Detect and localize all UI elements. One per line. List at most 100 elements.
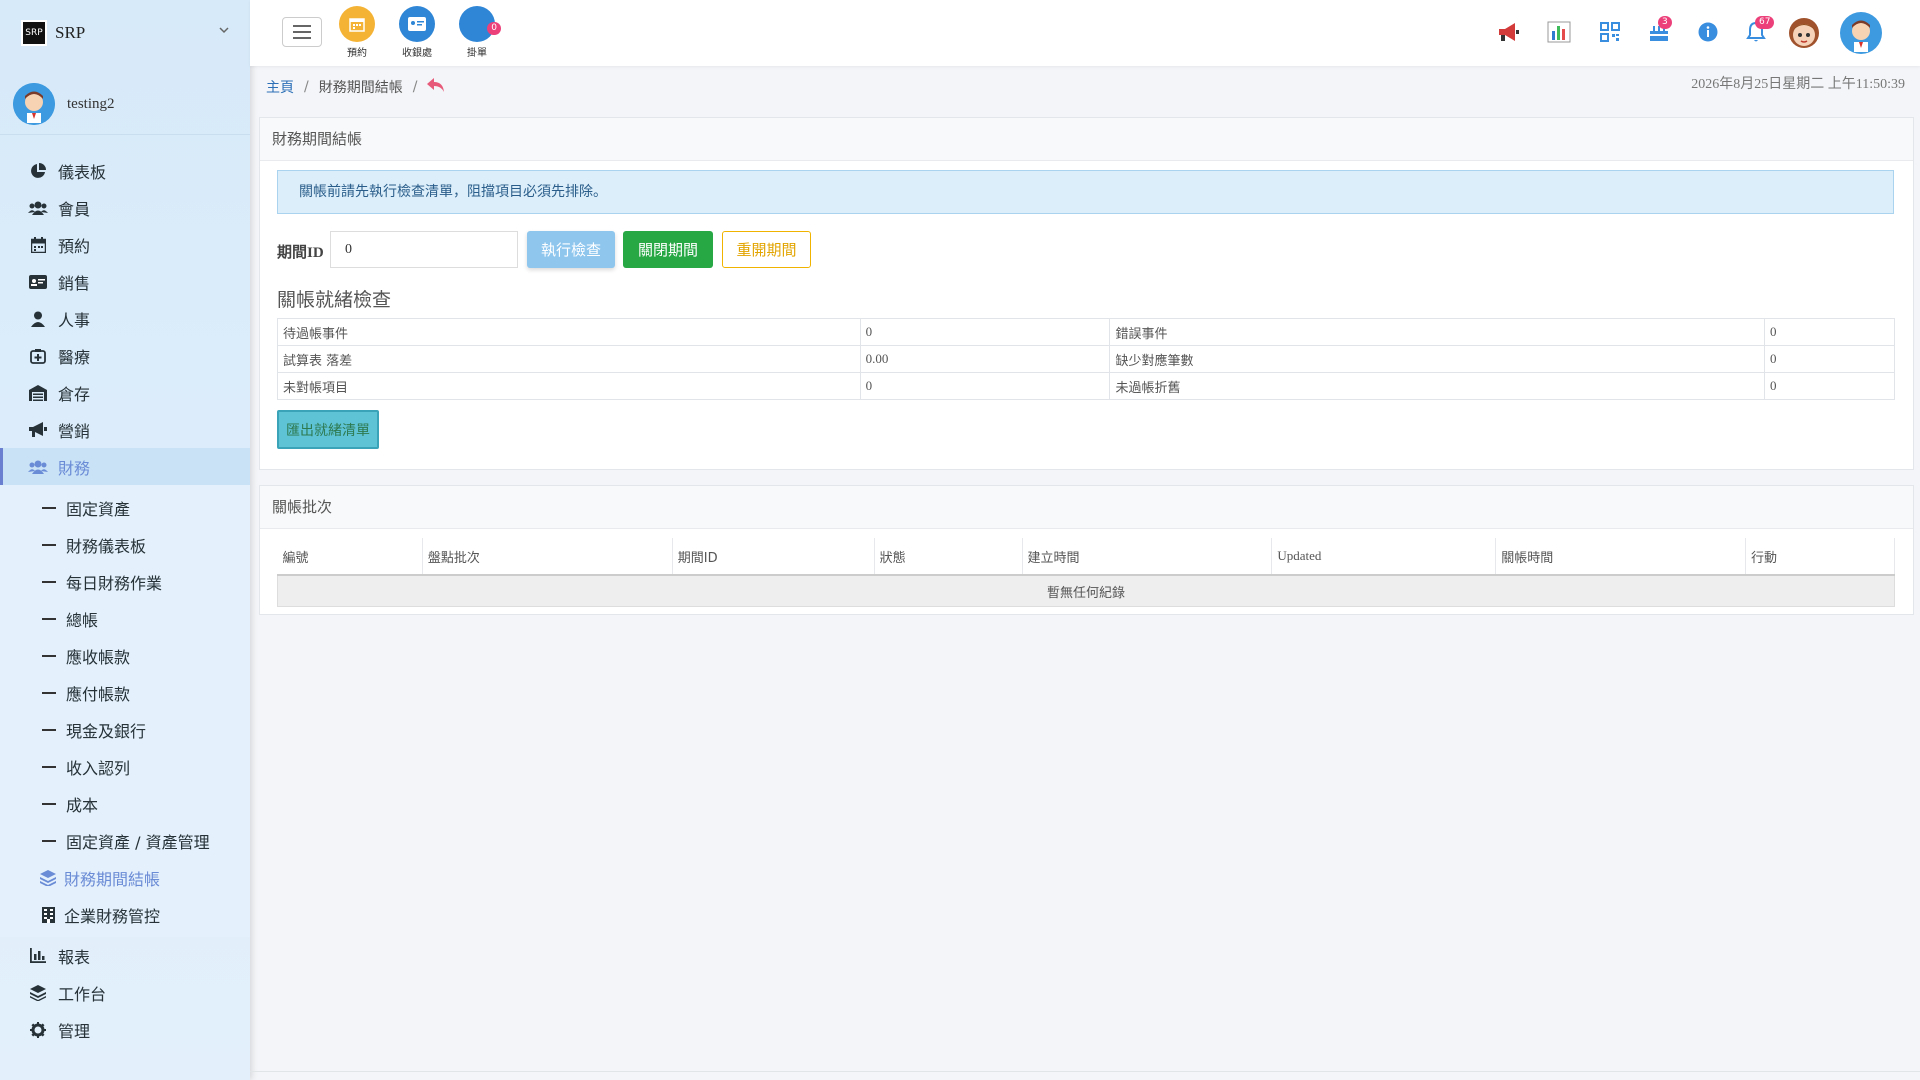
calendar-icon [339, 6, 375, 42]
subnav-label: 應付帳款 [66, 684, 131, 704]
breadcrumb-separator: / [304, 79, 309, 95]
nav-item-label: 財務 [58, 458, 91, 478]
users-icon [28, 199, 48, 217]
bell-badge: 67 [1755, 16, 1775, 29]
nav-item-dashboard[interactable]: 儀表板 [0, 152, 250, 189]
table-row: 未對帳項目 0 未過帳折舊 0 [277, 372, 1895, 400]
sidebar: SRP SRP testing2 儀表板 會員 預約 銷售 人事 醫療 倉存 營… [0, 0, 250, 1080]
subnav-label: 總帳 [66, 610, 99, 630]
nav-item-label: 報表 [58, 947, 91, 967]
nav-item-sales[interactable]: 銷售 [0, 263, 250, 300]
table-header-row: 編號 盤點批次 期間ID 狀態 建立時間 Updated 關帳時間 行動 [277, 538, 1895, 576]
subnav-cost[interactable]: 成本 [0, 785, 250, 822]
bell-icon[interactable]: 67 [1742, 16, 1775, 46]
avatar [13, 83, 55, 125]
subnav-cash-bank[interactable]: 現金及銀行 [0, 711, 250, 748]
column-header[interactable]: 期間ID [672, 538, 875, 576]
column-header: 行動 [1745, 538, 1895, 576]
dash-icon [42, 728, 56, 731]
nav-item-hr[interactable]: 人事 [0, 300, 250, 337]
chart-icon[interactable] [1545, 18, 1573, 46]
dash-icon [42, 543, 56, 546]
nav-item-workbench[interactable]: 工作台 [0, 974, 250, 1011]
cartoon-avatar-icon[interactable] [1784, 13, 1824, 53]
nav-item-label: 醫療 [58, 347, 91, 367]
nav-item-medical[interactable]: 醫療 [0, 337, 250, 374]
chevron-down-icon[interactable] [218, 24, 230, 36]
megaphone-icon[interactable] [1495, 18, 1523, 46]
subnav-general-ledger[interactable]: 總帳 [0, 600, 250, 637]
run-check-button[interactable]: 執行檢查 [527, 231, 615, 268]
nav-item-members[interactable]: 會員 [0, 189, 250, 226]
nav-item-marketing[interactable]: 營銷 [0, 411, 250, 448]
subnav-label: 應收帳款 [66, 647, 131, 667]
nav-item-booking[interactable]: 預約 [0, 226, 250, 263]
id-card-icon [399, 6, 435, 42]
subnav-daily-ops[interactable]: 每日財務作業 [0, 563, 250, 600]
user-icon [28, 310, 48, 328]
check-value: 0 [859, 318, 1111, 346]
subnav-receivables[interactable]: 應收帳款 [0, 637, 250, 674]
divider [250, 1071, 1920, 1072]
user-avatar[interactable] [1840, 12, 1882, 54]
breadcrumb-current: 財務期間結帳 [318, 80, 403, 96]
menu-toggle-button[interactable] [282, 17, 322, 47]
subnav-label: 現金及銀行 [66, 721, 147, 741]
back-reply-icon[interactable] [427, 78, 445, 96]
nav-item-finance[interactable]: 財務 [0, 448, 250, 485]
main-nav: 儀表板 會員 預約 銷售 人事 醫療 倉存 營銷 財務 固定資產 財務儀表板 每… [0, 152, 250, 1048]
nav-item-warehouse[interactable]: 倉存 [0, 374, 250, 411]
subnav-payables[interactable]: 應付帳款 [0, 674, 250, 711]
close-period-button[interactable]: 關閉期間 [623, 231, 713, 268]
check-value: 0 [1764, 318, 1895, 346]
check-key: 錯誤事件 [1109, 318, 1766, 346]
period-id-label: 期間ID [277, 245, 324, 261]
export-checklist-button[interactable]: 匯出就緒清單 [277, 410, 379, 449]
qr-code-icon[interactable] [1596, 18, 1624, 46]
column-header[interactable]: 狀態 [874, 538, 1023, 576]
period-close-card: 財務期間結帳 關帳前請先執行檢查清單，阻擋項目必須先排除。 期間ID 執行檢查 … [259, 117, 1914, 470]
info-icon[interactable] [1694, 18, 1722, 46]
birthday-cake-icon[interactable]: 3 [1645, 16, 1673, 46]
nav-item-admin[interactable]: 管理 [0, 1011, 250, 1048]
quick-pending-button[interactable]: 0 掛單 [452, 6, 502, 59]
user-profile[interactable]: testing2 [0, 74, 250, 135]
nav-item-reports[interactable]: 報表 [0, 937, 250, 974]
readiness-table: 待過帳事件 0 錯誤事件 0 試算表 落差 0.00 缺少對應筆數 0 未對帳項… [277, 318, 1895, 400]
dash-icon [42, 691, 56, 694]
subnav-revenue-recognition[interactable]: 收入認列 [0, 748, 250, 785]
subnav-fixed-assets[interactable]: 固定資產 [0, 489, 250, 526]
gear-icon [28, 1021, 48, 1039]
nav-item-label: 會員 [58, 199, 91, 219]
close-batches-card: 關帳批次 編號 盤點批次 期間ID 狀態 建立時間 Updated 關帳時間 行… [259, 485, 1914, 615]
breadcrumb-home-link[interactable]: 主頁 [266, 77, 294, 97]
check-key: 未過帳折舊 [1109, 372, 1766, 400]
info-alert: 關帳前請先執行檢查清單，阻擋項目必須先排除。 [277, 170, 1894, 214]
layers-icon [40, 869, 56, 886]
brand-header[interactable]: SRP SRP [0, 0, 250, 66]
nav-item-label: 銷售 [58, 273, 91, 293]
subnav-period-close[interactable]: 財務期間結帳 [0, 859, 250, 896]
column-header[interactable]: 盤點批次 [422, 538, 673, 576]
column-header[interactable]: 編號 [277, 538, 423, 576]
quick-booking-button[interactable]: 預約 [332, 6, 382, 59]
subnav-enterprise-control[interactable]: 企業財務管控 [0, 896, 250, 933]
subnav-label: 成本 [66, 795, 99, 815]
batches-table: 編號 盤點批次 期間ID 狀態 建立時間 Updated 關帳時間 行動 暫無任… [277, 538, 1895, 607]
column-header[interactable]: 關帳時間 [1495, 538, 1747, 576]
table-row: 待過帳事件 0 錯誤事件 0 [277, 318, 1895, 346]
subnav-asset-management[interactable]: 固定資產 / 資產管理 [0, 822, 250, 859]
column-header[interactable]: Updated [1271, 538, 1497, 576]
building-icon [40, 906, 56, 923]
period-id-input[interactable] [330, 231, 518, 268]
layers-icon [28, 984, 48, 1002]
quick-cashier-button[interactable]: 收銀處 [392, 6, 442, 59]
dash-icon [42, 765, 56, 768]
reopen-period-button[interactable]: 重開期間 [722, 231, 811, 268]
column-header[interactable]: 建立時間 [1022, 538, 1273, 576]
check-value: 0 [1764, 345, 1895, 373]
nav-item-label: 工作台 [58, 984, 107, 1004]
table-row: 試算表 落差 0.00 缺少對應筆數 0 [277, 345, 1895, 373]
subnav-finance-dashboard[interactable]: 財務儀表板 [0, 526, 250, 563]
nav-item-label: 營銷 [58, 421, 91, 441]
